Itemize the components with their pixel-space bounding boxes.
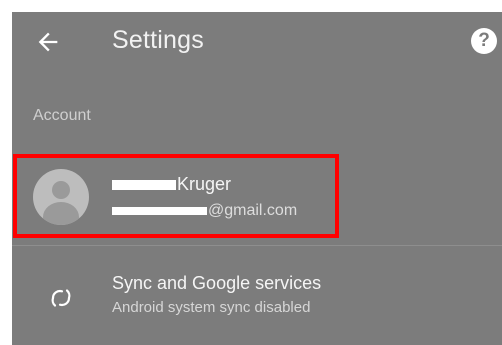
redaction-bar [112, 180, 176, 191]
default-avatar-icon [52, 181, 70, 199]
settings-screen: Settings ? Account Kruger @gmail.com Syn… [12, 12, 502, 345]
redaction-bar [112, 206, 207, 215]
help-button[interactable]: ? [471, 28, 497, 54]
app-bar: Settings ? [12, 12, 502, 72]
page-title: Settings [112, 26, 204, 54]
sync-disabled-icon [49, 286, 73, 310]
account-email: @gmail.com [112, 202, 297, 220]
sync-title: Sync and Google services [112, 273, 322, 293]
back-button[interactable] [34, 28, 62, 56]
sync-subtitle: Android system sync disabled [112, 299, 311, 316]
account-name: Kruger [112, 174, 231, 195]
account-name-text: Kruger [177, 174, 232, 194]
divider [12, 245, 502, 246]
help-circle-icon: ? [478, 30, 490, 51]
avatar [33, 169, 89, 225]
arrow-left-icon [38, 32, 58, 52]
account-email-text: @gmail.com [208, 202, 298, 219]
section-header-account: Account [33, 107, 91, 124]
